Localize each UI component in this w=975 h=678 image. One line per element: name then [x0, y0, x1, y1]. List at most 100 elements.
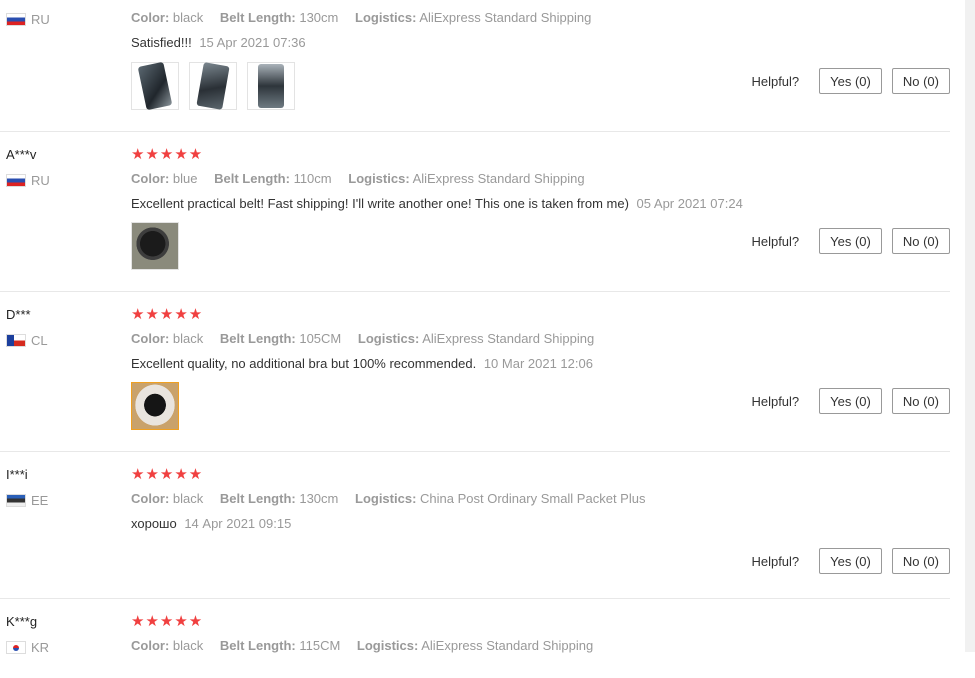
country-code: CL [31, 333, 48, 348]
helpful-label: Helpful? [751, 233, 800, 249]
color-label: Color: [131, 331, 170, 346]
color-label: Color: [131, 10, 170, 25]
review-item: I***i EE ★★★★★ Color: black Belt Length:… [0, 451, 950, 599]
comment-text: Satisfied!!! [131, 35, 192, 50]
review-item: K***g KR ★★★★★ Color: black Belt Length:… [0, 598, 950, 678]
logistics-label: Logistics: [356, 638, 419, 653]
rating-stars: ★★★★★ [131, 146, 204, 163]
rating-stars: ★★★★★ [131, 306, 204, 323]
review-image-thumbnail[interactable] [247, 62, 295, 110]
country-code: RU [31, 173, 50, 188]
review-date: 14 Apr 2021 09:15 [184, 516, 292, 531]
helpful-label: Helpful? [751, 393, 800, 409]
belt-length-label: Belt Length: [219, 638, 296, 653]
sku-info: Color: black Belt Length: 115CM Logistic… [131, 638, 606, 653]
helpful-yes-button[interactable]: Yes (0) [819, 228, 882, 254]
helpful-controls: Helpful? Yes (0) No (0) [751, 548, 950, 574]
logistics-value: AliExpress Standard Shipping [421, 638, 594, 653]
review-item: D*** CL ★★★★★ Color: black Belt Length: … [0, 291, 950, 452]
color-value: black [172, 491, 204, 506]
reviewer-country: CL [6, 333, 48, 348]
belt-length-value: 115CM [299, 638, 341, 653]
sku-info: Color: black Belt Length: 105CM Logistic… [131, 331, 607, 346]
belt-length-label: Belt Length: [214, 171, 290, 186]
comment-text: Excellent quality, no additional bra but… [131, 356, 477, 371]
color-label: Color: [131, 171, 170, 186]
helpful-yes-button[interactable]: Yes (0) [819, 68, 882, 94]
reviewer-country: KR [6, 640, 49, 655]
color-label: Color: [131, 491, 170, 506]
review-image-thumbnail[interactable] [131, 222, 179, 270]
review-images [131, 222, 179, 270]
rating-stars: ★★★★★ [131, 613, 204, 630]
estonia-flag-icon [6, 494, 26, 507]
reviewer-name: D*** [6, 307, 31, 322]
reviewer-country: RU [6, 173, 50, 188]
helpful-no-button[interactable]: No (0) [891, 68, 950, 94]
helpful-no-button[interactable]: No (0) [891, 228, 950, 254]
color-label: Color: [131, 638, 170, 653]
logistics-value: AliExpress Standard Shipping [422, 331, 595, 346]
review-image-thumbnail[interactable] [189, 62, 237, 110]
logistics-value: AliExpress Standard Shipping [412, 171, 585, 186]
belt-length-label: Belt Length: [219, 331, 296, 346]
comment-text: Excellent practical belt! Fast shipping!… [131, 196, 629, 211]
review-comment: Excellent practical belt! Fast shipping!… [131, 196, 743, 211]
helpful-label: Helpful? [751, 553, 800, 569]
logistics-label: Logistics: [355, 10, 417, 25]
helpful-controls: Helpful? Yes (0) No (0) [751, 228, 950, 254]
review-image-thumbnail[interactable] [131, 382, 179, 430]
belt-length-value: 130cm [299, 10, 339, 25]
review-item: A***v RU ★★★★★ Color: blue Belt Length: … [0, 131, 950, 292]
review-images [131, 61, 295, 111]
reviewer-country: RU [6, 12, 50, 27]
color-value: blue [172, 171, 198, 186]
color-value: black [172, 331, 204, 346]
helpful-no-button[interactable]: No (0) [891, 548, 950, 574]
helpful-no-button[interactable]: No (0) [891, 388, 950, 414]
review-comment: Excellent quality, no additional bra but… [131, 356, 593, 371]
reviewer-name: A***v [6, 147, 37, 162]
logistics-value: AliExpress Standard Shipping [419, 10, 592, 25]
sku-info: Color: blue Belt Length: 110cm Logistics… [131, 171, 598, 186]
helpful-controls: Helpful? Yes (0) No (0) [751, 388, 950, 414]
review-comment: Satisfied!!! 15 Apr 2021 07:36 [131, 35, 306, 50]
russia-flag-icon [6, 13, 26, 26]
country-code: RU [31, 12, 50, 27]
chile-flag-icon [6, 334, 26, 347]
review-comment: хорошо 14 Apr 2021 09:15 [131, 516, 291, 531]
helpful-yes-button[interactable]: Yes (0) [819, 548, 882, 574]
review-item: RU ★★★★★ Color: black Belt Length: 130cm… [0, 0, 950, 132]
color-value: black [172, 638, 204, 653]
reviewer-country: EE [6, 493, 48, 508]
helpful-yes-button[interactable]: Yes (0) [819, 388, 882, 414]
belt-length-value: 110cm [293, 171, 332, 186]
logistics-label: Logistics: [357, 331, 420, 346]
comment-text: хорошо [131, 516, 177, 531]
helpful-label: Helpful? [751, 73, 800, 89]
country-code: KR [31, 640, 50, 655]
belt-length-label: Belt Length: [219, 10, 296, 25]
sku-info: Color: black Belt Length: 130cm Logistic… [131, 10, 604, 25]
logistics-label: Logistics: [348, 171, 410, 186]
belt-length-value: 130cm [299, 491, 339, 506]
belt-length-label: Belt Length: [219, 491, 296, 506]
color-value: black [172, 10, 204, 25]
reviewer-name: I***i [6, 467, 28, 482]
review-date: 10 Mar 2021 12:06 [483, 356, 593, 371]
reviewer-name: K***g [6, 614, 38, 629]
helpful-controls: Helpful? Yes (0) No (0) [751, 68, 950, 94]
review-date: 15 Apr 2021 07:36 [199, 35, 306, 50]
russia-flag-icon [6, 174, 26, 187]
logistics-value: China Post Ordinary Small Packet Plus [420, 491, 646, 506]
belt-length-value: 105CM [299, 331, 342, 346]
scrollbar[interactable] [965, 0, 975, 652]
review-images [131, 382, 179, 430]
korea-flag-icon [6, 641, 26, 654]
review-date: 05 Apr 2021 07:24 [636, 196, 743, 211]
country-code: EE [31, 493, 49, 508]
logistics-label: Logistics: [355, 491, 417, 506]
sku-info: Color: black Belt Length: 130cm Logistic… [131, 491, 658, 506]
review-image-thumbnail[interactable] [131, 61, 179, 111]
rating-stars: ★★★★★ [131, 466, 204, 483]
